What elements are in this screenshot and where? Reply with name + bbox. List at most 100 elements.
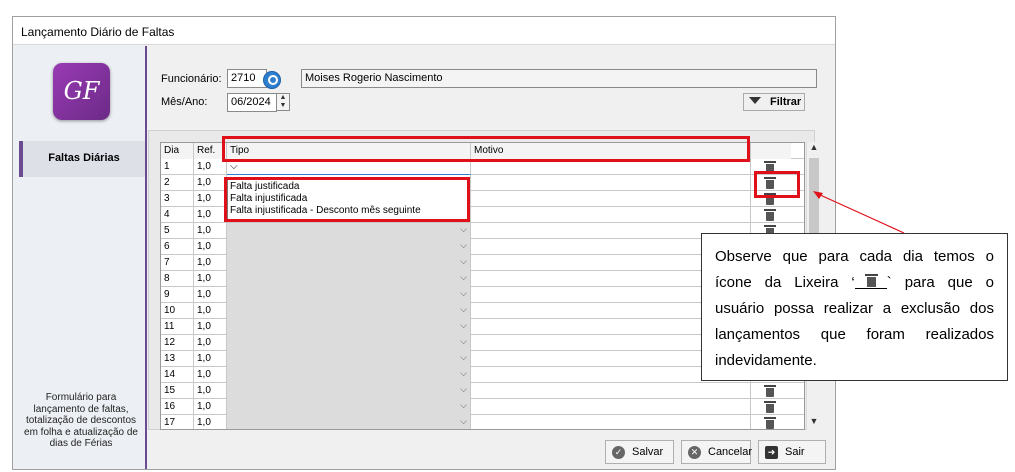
table-row[interactable]: 16 1,0 ⌵	[161, 399, 804, 415]
cell-ref[interactable]: 1,0	[194, 271, 227, 287]
cell-ref[interactable]: 1,0	[194, 207, 227, 223]
app-logo: GF	[53, 63, 110, 120]
cell-ref[interactable]: 1,0	[194, 191, 227, 207]
window-title: Lançamento Diário de Faltas	[21, 25, 175, 39]
exit-button-label: Sair	[785, 446, 805, 458]
trash-icon[interactable]	[764, 209, 776, 221]
cell-dia: 14	[161, 367, 194, 383]
cell-dia: 4	[161, 207, 194, 223]
sidebar-item-faltas-diarias[interactable]: Faltas Diárias	[19, 141, 145, 177]
annotation-box-trash	[754, 171, 800, 198]
chevron-down-icon[interactable]: ⌵	[460, 336, 467, 347]
cell-dia: 15	[161, 383, 194, 399]
annotation-box-header	[222, 136, 750, 162]
save-button[interactable]: ✓ Salvar	[605, 440, 674, 464]
cell-tipo-select[interactable]: ⌵	[227, 287, 471, 303]
exit-icon: ➜	[765, 446, 778, 459]
scroll-up-icon[interactable]: ▲	[807, 142, 821, 156]
cell-ref[interactable]: 1,0	[194, 399, 227, 415]
title-bar: Lançamento Diário de Faltas	[13, 17, 835, 45]
chevron-down-icon[interactable]: ⌵	[460, 240, 467, 251]
cell-ref[interactable]: 1,0	[194, 239, 227, 255]
cell-tipo-select[interactable]: ⌵	[227, 415, 471, 429]
chevron-down-icon[interactable]: ⌵	[230, 161, 238, 172]
cell-ref[interactable]: 1,0	[194, 303, 227, 319]
mesano-input[interactable]: 06/2024	[227, 93, 277, 112]
cell-ref[interactable]: 1,0	[194, 319, 227, 335]
filter-button[interactable]: Filtrar	[743, 93, 805, 111]
chevron-down-icon[interactable]: ⌵	[460, 288, 467, 299]
chevron-down-icon[interactable]: ⌵	[460, 416, 467, 427]
table-row[interactable]: 17 1,0 ⌵	[161, 415, 804, 429]
cell-motivo[interactable]	[471, 191, 751, 207]
chevron-down-icon[interactable]: ⌵	[460, 400, 467, 411]
cell-dia: 3	[161, 191, 194, 207]
cell-dia: 16	[161, 399, 194, 415]
cell-ref[interactable]: 1,0	[194, 287, 227, 303]
cell-motivo[interactable]	[471, 207, 751, 223]
cell-ref[interactable]: 1,0	[194, 383, 227, 399]
scroll-down-icon[interactable]: ▼	[807, 416, 821, 430]
funcionario-name-field: Moises Rogerio Nascimento	[301, 69, 817, 88]
cell-tipo-select[interactable]: ⌵	[227, 399, 471, 415]
search-icon[interactable]	[263, 71, 281, 89]
cell-ref[interactable]: 1,0	[194, 351, 227, 367]
cell-tipo-select[interactable]: ⌵	[227, 319, 471, 335]
cell-tipo-select[interactable]: ⌵	[227, 271, 471, 287]
cell-ref[interactable]: 1,0	[194, 255, 227, 271]
chevron-down-icon[interactable]: ⌵	[460, 272, 467, 283]
mesano-spinner[interactable]: ▲ ▼	[276, 93, 290, 111]
header-delete	[751, 143, 791, 159]
trash-icon[interactable]	[764, 385, 776, 397]
cell-ref[interactable]: 1,0	[194, 367, 227, 383]
cell-motivo[interactable]	[471, 415, 751, 429]
sidebar-item-label: Faltas Diárias	[48, 152, 120, 164]
cell-delete[interactable]	[751, 415, 791, 429]
trash-icon[interactable]	[764, 417, 776, 429]
chevron-down-icon[interactable]: ⌵	[460, 320, 467, 331]
cell-dia: 10	[161, 303, 194, 319]
chevron-down-icon[interactable]: ⌵	[460, 256, 467, 267]
cell-tipo-select[interactable]: ⌵	[227, 223, 471, 239]
chevron-down-icon[interactable]: ⌵	[460, 224, 467, 235]
chevron-down-icon[interactable]: ⌵	[460, 352, 467, 363]
save-button-label: Salvar	[632, 446, 664, 458]
table-row[interactable]: 15 1,0 ⌵	[161, 383, 804, 399]
cell-delete[interactable]	[751, 399, 791, 415]
sidebar-description: Formulário para lançamento de faltas, to…	[24, 392, 138, 449]
cell-motivo[interactable]	[471, 175, 751, 191]
trash-icon[interactable]	[764, 401, 776, 413]
chevron-down-icon[interactable]: ⌵	[460, 368, 467, 379]
cell-tipo-select[interactable]: ⌵	[227, 351, 471, 367]
cell-motivo[interactable]	[471, 383, 751, 399]
cell-tipo-select[interactable]: ⌵	[227, 383, 471, 399]
cell-delete[interactable]	[751, 207, 791, 223]
funcionario-code-input[interactable]: 2710	[227, 69, 267, 88]
close-circle-icon: ✕	[688, 446, 701, 459]
cell-tipo-select[interactable]: ⌵	[227, 335, 471, 351]
trash-icon	[854, 273, 887, 289]
cell-dia: 17	[161, 415, 194, 429]
cell-tipo-select[interactable]: ⌵	[227, 239, 471, 255]
chevron-down-icon[interactable]: ⌵	[460, 304, 467, 315]
cell-ref[interactable]: 1,0	[194, 415, 227, 429]
cell-dia: 11	[161, 319, 194, 335]
cancel-button[interactable]: ✕ Cancelar	[681, 440, 752, 464]
cell-delete[interactable]	[751, 383, 791, 399]
annotation-callout: Observe que para cada dia temos o ícone …	[701, 233, 1008, 381]
cell-dia: 5	[161, 223, 194, 239]
cell-ref[interactable]: 1,0	[194, 335, 227, 351]
chevron-down-icon[interactable]: ⌵	[460, 384, 467, 395]
cell-ref[interactable]: 1,0	[194, 223, 227, 239]
cell-dia: 12	[161, 335, 194, 351]
cell-motivo[interactable]	[471, 399, 751, 415]
exit-button[interactable]: ➜ Sair	[758, 440, 826, 464]
cell-dia: 6	[161, 239, 194, 255]
cell-tipo-select[interactable]: ⌵	[227, 303, 471, 319]
cell-ref[interactable]: 1,0	[194, 175, 227, 191]
annotation-box-dropdown	[224, 177, 470, 222]
header-dia[interactable]: Dia	[161, 143, 194, 159]
cell-tipo-select[interactable]: ⌵	[227, 255, 471, 271]
cell-tipo-select[interactable]: ⌵	[227, 367, 471, 383]
filter-button-label: Filtrar	[770, 96, 802, 108]
